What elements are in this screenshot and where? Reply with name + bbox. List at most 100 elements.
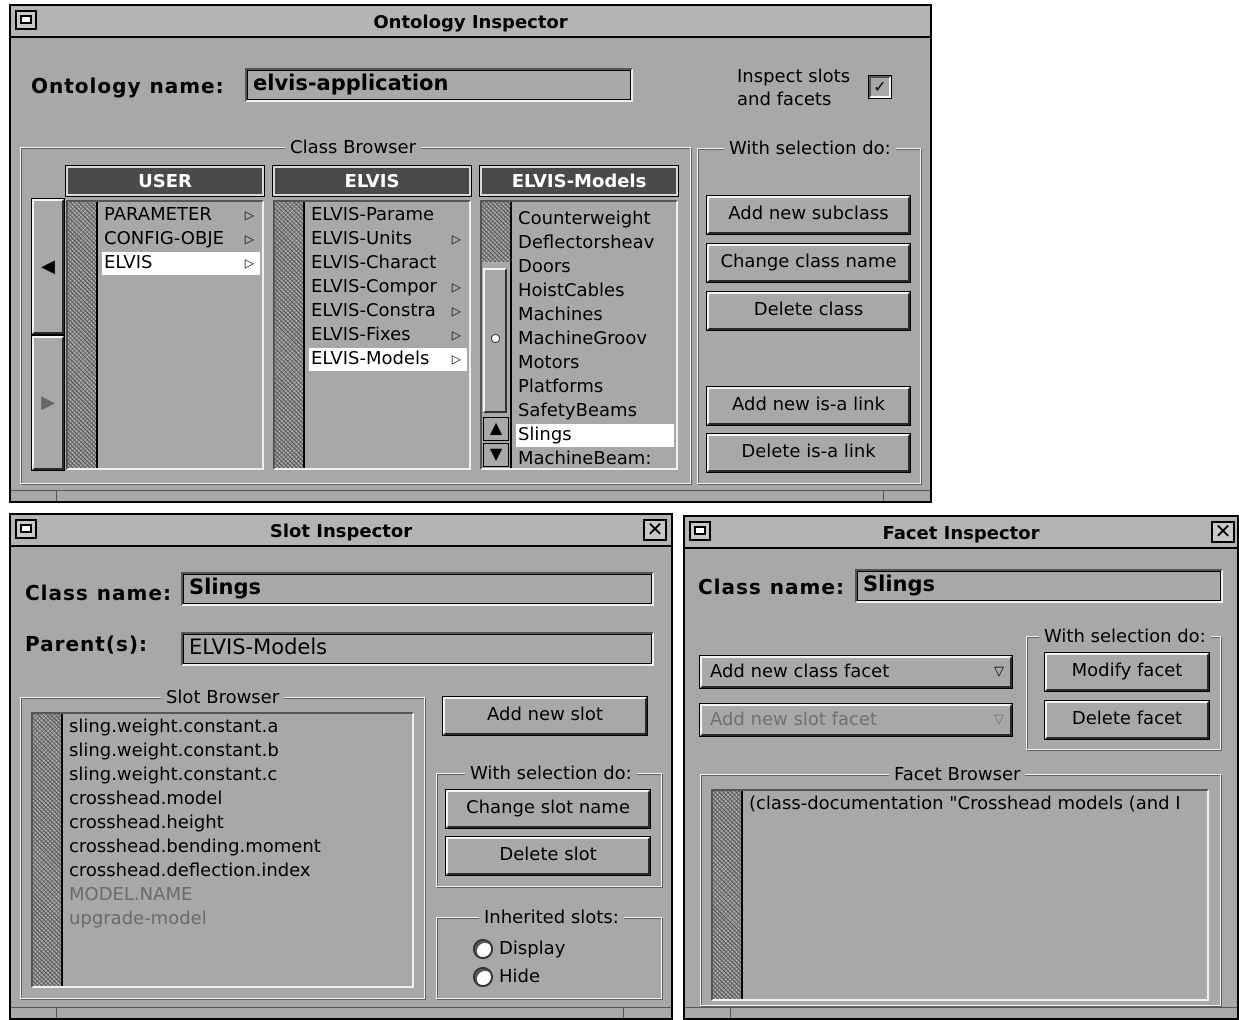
list-item[interactable]: MachineBeam: (516, 448, 674, 468)
facet-list[interactable]: (class-documentation "Crosshead models (… (711, 789, 1209, 1001)
list-item[interactable]: Doors (516, 256, 674, 279)
class-name-label: Class name: (698, 575, 845, 599)
hide-radio[interactable] (473, 967, 493, 987)
ontology-titlebar[interactable]: Ontology Inspector (11, 6, 930, 38)
slot-browser-title: Slot Browser (161, 687, 285, 708)
facet-inspector-window: Facet Inspector ✕ Class name: Slings Add… (683, 515, 1239, 1020)
class-name-field[interactable]: Slings (855, 569, 1223, 603)
list-scroll-strip[interactable] (713, 791, 743, 999)
list-item[interactable]: ELVIS-Charact (309, 252, 467, 275)
window-title: Slot Inspector (269, 521, 413, 542)
list-item[interactable]: crosshead.model (67, 788, 410, 811)
ontology-name-field[interactable]: elvis-application (245, 68, 633, 102)
list-item[interactable]: sling.weight.constant.a (67, 716, 410, 739)
list-item[interactable]: ELVIS-Constra ▷ (309, 300, 467, 323)
list-item[interactable]: sling.weight.constant.c (67, 764, 410, 787)
class-list-elvis[interactable]: ELVIS-Parame ELVIS-Units ▷ ELVIS-Charact … (273, 200, 471, 470)
class-name-label: Class name: (25, 581, 172, 605)
display-radio[interactable] (473, 939, 493, 959)
change-class-name-button[interactable]: Change class name (706, 243, 911, 283)
hide-label: Hide (499, 966, 541, 987)
delete-slot-button[interactable]: Delete slot (445, 836, 651, 876)
list-item[interactable]: ELVIS-Units ▷ (309, 228, 467, 251)
scroll-right-button[interactable]: ▶ (31, 335, 65, 471)
list-item[interactable]: MachineGroov (516, 328, 674, 351)
dropdown-arrow-icon: ▽ (994, 664, 1004, 679)
display-label: Display (499, 938, 566, 959)
scroll-left-button[interactable]: ◀ (31, 198, 65, 335)
window-title: Facet Inspector (882, 523, 1040, 544)
right-arrow-icon: ▶ (41, 392, 55, 413)
list-scroll-strip[interactable] (275, 202, 305, 468)
scroll-up-button[interactable]: ▲ (483, 417, 509, 441)
list-item-selected[interactable]: Slings (516, 424, 674, 447)
delete-isa-link-button[interactable]: Delete is-a link (706, 433, 911, 473)
parents-field[interactable]: ELVIS-Models (181, 632, 654, 666)
column-header-elvis[interactable]: ELVIS (272, 165, 472, 197)
list-item[interactable]: (class-documentation "Crosshead models (… (747, 793, 1205, 816)
slot-selection-title: With selection do: (465, 763, 637, 784)
left-arrow-icon: ◀ (41, 256, 55, 277)
status-bar (685, 1007, 1237, 1018)
close-icon[interactable]: ✕ (1211, 521, 1235, 543)
inherited-slots-title: Inherited slots: (479, 907, 624, 928)
class-list-user[interactable]: PARAMETER ▷ CONFIG-OBJE ▷ ELVIS ▷ (66, 200, 264, 470)
add-isa-link-button[interactable]: Add new is-a link (706, 386, 911, 426)
window-title: Ontology Inspector (373, 12, 568, 33)
class-list-elvis-models[interactable]: ▲ ▼ Counterweight Deflectorsheav Doors H… (480, 200, 678, 470)
slot-list[interactable]: sling.weight.constant.a sling.weight.con… (31, 712, 414, 988)
list-item[interactable]: crosshead.deflection.index (67, 860, 410, 883)
vertical-scrollbar[interactable]: ▲ ▼ (482, 202, 512, 468)
list-item[interactable]: Machines (516, 304, 674, 327)
delete-class-button[interactable]: Delete class (706, 291, 911, 331)
list-item[interactable]: PARAMETER ▷ (102, 204, 260, 227)
change-slot-name-button[interactable]: Change slot name (445, 789, 651, 829)
list-item[interactable]: Platforms (516, 376, 674, 399)
close-icon[interactable]: ✕ (643, 519, 667, 541)
column-header-elvis-models[interactable]: ELVIS-Models (479, 165, 679, 197)
list-item-selected[interactable]: ELVIS-Models ▷ (309, 348, 467, 371)
submenu-arrow-icon: ▷ (451, 304, 461, 318)
slot-titlebar[interactable]: Slot Inspector ✕ (11, 515, 671, 547)
dropdown-arrow-icon: ▽ (994, 712, 1004, 727)
inspect-slots-checkbox[interactable]: ✓ (868, 75, 892, 99)
column-header-user[interactable]: USER (65, 165, 265, 197)
list-item[interactable]: ELVIS-Compor ▷ (309, 276, 467, 299)
add-slot-button[interactable]: Add new slot (442, 696, 648, 736)
facet-titlebar[interactable]: Facet Inspector ✕ (685, 517, 1237, 549)
ontology-inspector-window: Ontology Inspector Ontology name: elvis-… (9, 4, 932, 503)
list-item[interactable]: Deflectorsheav (516, 232, 674, 255)
list-item[interactable]: ELVIS-Fixes ▷ (309, 324, 467, 347)
submenu-arrow-icon: ▷ (451, 280, 461, 294)
add-subclass-button[interactable]: Add new subclass (706, 195, 911, 235)
list-item[interactable]: Counterweight (516, 208, 674, 231)
submenu-arrow-icon: ▷ (244, 256, 254, 270)
list-item[interactable]: SafetyBeams (516, 400, 674, 423)
facet-selection-title: With selection do: (1039, 626, 1211, 647)
list-item[interactable]: CONFIG-OBJE ▷ (102, 228, 260, 251)
list-item[interactable]: ELVIS-Parame (309, 204, 467, 227)
class-browser-title: Class Browser (285, 137, 422, 158)
list-item[interactable]: HoistCables (516, 280, 674, 303)
modify-facet-button[interactable]: Modify facet (1044, 652, 1210, 692)
inherited-list-item[interactable]: upgrade-model (67, 908, 410, 931)
list-scroll-strip[interactable] (33, 714, 63, 986)
list-item-selected[interactable]: ELVIS ▷ (102, 252, 260, 275)
list-item[interactable]: Motors (516, 352, 674, 375)
scroll-down-button[interactable]: ▼ (483, 443, 509, 467)
list-item[interactable]: crosshead.bending.moment (67, 836, 410, 859)
submenu-arrow-icon: ▷ (451, 328, 461, 342)
inherited-list-item[interactable]: MODEL.NAME (67, 884, 410, 907)
list-scroll-strip[interactable] (68, 202, 98, 468)
add-class-facet-dropdown[interactable]: Add new class facet ▽ (699, 655, 1013, 689)
list-item[interactable]: crosshead.height (67, 812, 410, 835)
delete-facet-button[interactable]: Delete facet (1044, 700, 1210, 740)
scroll-thumb[interactable] (483, 268, 507, 413)
class-name-field[interactable]: Slings (181, 572, 654, 606)
add-slot-facet-dropdown[interactable]: Add new slot facet ▽ (699, 703, 1013, 737)
scroll-track[interactable] (482, 202, 510, 262)
list-item[interactable]: sling.weight.constant.b (67, 740, 410, 763)
submenu-arrow-icon: ▷ (244, 208, 254, 222)
thumb-grip-icon (491, 334, 500, 343)
inspect-facets-label: and facets (737, 89, 832, 110)
